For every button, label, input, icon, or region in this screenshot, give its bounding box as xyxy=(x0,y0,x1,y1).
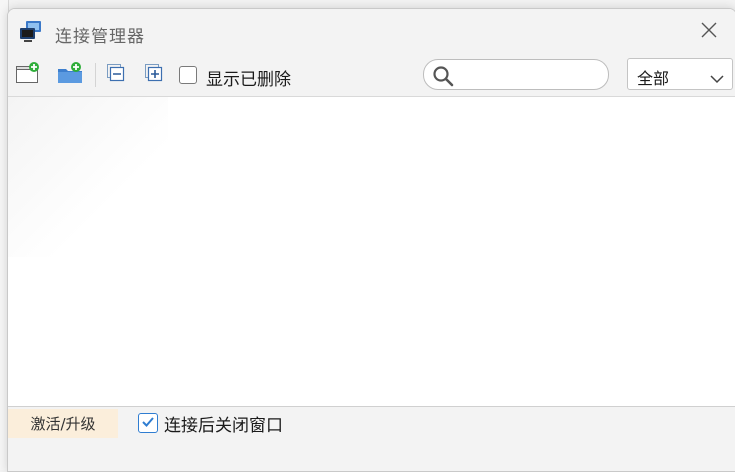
new-window-add-icon xyxy=(15,61,41,89)
close-after-connect-checkbox[interactable] xyxy=(138,413,158,433)
chevron-down-icon xyxy=(710,69,724,88)
checkmark-icon xyxy=(141,414,155,433)
activate-upgrade-button[interactable]: 激活/升级 xyxy=(8,409,118,438)
footer: 激活/升级 连接后关闭窗口 xyxy=(8,406,735,471)
toolbar-separator xyxy=(95,63,96,87)
new-folder-add-icon xyxy=(57,61,83,89)
connection-list[interactable] xyxy=(8,97,735,406)
search-icon xyxy=(432,65,454,91)
connection-manager-dialog: 连接管理器 显示已删除 全部 激活/升级 连接后关闭窗口 xyxy=(7,8,735,472)
close-after-connect-label: 连接后关闭窗口 xyxy=(164,416,283,436)
toolbar: 显示已删除 全部 xyxy=(8,54,735,97)
expand-all-icon xyxy=(144,63,164,87)
close-icon xyxy=(700,21,718,43)
title-bar: 连接管理器 xyxy=(8,9,735,54)
show-deleted-checkbox[interactable] xyxy=(179,66,197,84)
filter-selected-value: 全部 xyxy=(637,69,670,88)
new-folder-button[interactable] xyxy=(56,62,84,88)
filter-select[interactable]: 全部 xyxy=(627,58,733,90)
window-title: 连接管理器 xyxy=(55,27,145,47)
search-box[interactable] xyxy=(423,59,609,90)
close-button[interactable] xyxy=(692,17,726,47)
new-connection-button[interactable] xyxy=(14,62,42,88)
background-glare xyxy=(8,97,168,257)
expand-all-button[interactable] xyxy=(140,62,168,88)
search-input[interactable] xyxy=(460,64,604,87)
collapse-all-button[interactable] xyxy=(102,62,130,88)
collapse-all-icon xyxy=(106,63,126,87)
show-deleted-label: 显示已删除 xyxy=(206,70,291,90)
computer-network-icon xyxy=(19,20,41,42)
